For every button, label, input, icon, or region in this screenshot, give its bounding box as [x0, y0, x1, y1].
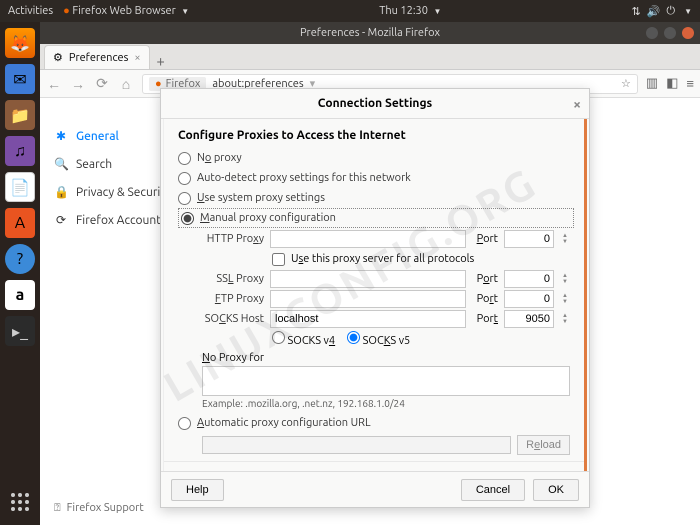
rhythmbox-launcher-icon[interactable]: ♫: [5, 136, 35, 166]
http-proxy-label: HTTP Proxy: [202, 233, 264, 245]
reload-pac-button: Reload: [517, 435, 570, 455]
dialog-footer: Help Cancel OK: [161, 471, 589, 507]
help-button[interactable]: Help: [171, 479, 224, 501]
pac-url-input: [202, 436, 511, 454]
sidebar-icon[interactable]: ◧: [666, 76, 678, 91]
network-icon[interactable]: ⇅: [631, 5, 640, 18]
new-tab-button[interactable]: +: [150, 52, 172, 69]
socks-port-input[interactable]: [504, 310, 554, 328]
no-proxy-label: No Proxy for: [202, 352, 570, 364]
port-label: Port: [472, 233, 498, 245]
activities-button[interactable]: Activities: [8, 5, 53, 17]
firefox-launcher-icon[interactable]: 🦊: [5, 28, 35, 58]
dialog-header: Connection Settings ×: [161, 89, 589, 119]
socks-host-input[interactable]: [270, 310, 466, 328]
maximize-icon[interactable]: [664, 27, 676, 39]
back-button[interactable]: ←: [46, 76, 62, 92]
gear-icon: ✱: [54, 129, 68, 143]
radio-system-proxy[interactable]: Use system proxy settings: [178, 188, 570, 208]
no-proxy-example: Example: .mozilla.org, .net.nz, 192.168.…: [202, 398, 570, 409]
thunderbird-launcher-icon[interactable]: ✉: [5, 64, 35, 94]
ftp-port-input[interactable]: [504, 290, 554, 308]
socks-v5-radio[interactable]: SOCKS v5: [347, 331, 410, 347]
help-launcher-icon[interactable]: ?: [5, 244, 35, 274]
gnome-top-panel: Activities ● Firefox Web Browser ▼ Thu 1…: [0, 0, 700, 22]
ftp-proxy-label: FTP Proxy: [202, 293, 264, 305]
lock-icon: 🔒: [54, 185, 68, 199]
socks-host-label: SOCKS Host: [202, 313, 264, 325]
radio-manual-proxy[interactable]: Manual proxy configuration: [178, 208, 574, 228]
radio-auto-detect[interactable]: Auto-detect proxy settings for this netw…: [178, 168, 570, 188]
power-icon[interactable]: ⏻: [666, 5, 675, 18]
port-spinner[interactable]: ▲▼: [560, 233, 570, 245]
forward-button: →: [70, 76, 86, 92]
http-port-input[interactable]: [504, 230, 554, 248]
radio-pac-url[interactable]: Automatic proxy configuration URL: [178, 413, 570, 433]
radio-no-proxy[interactable]: No proxy: [178, 148, 570, 168]
hamburger-menu-icon[interactable]: ≡: [686, 76, 694, 91]
close-dialog-icon[interactable]: ×: [573, 96, 581, 112]
minimize-icon[interactable]: [646, 27, 658, 39]
search-icon: 🔍: [54, 157, 68, 171]
connection-settings-dialog: Connection Settings × Configure Proxies …: [160, 88, 590, 508]
home-button[interactable]: ⌂: [118, 76, 134, 92]
no-proxy-textarea[interactable]: [202, 366, 570, 396]
tab-strip: ⚙ Preferences × +: [40, 44, 700, 70]
library-icon[interactable]: ▥: [646, 76, 658, 91]
same-proxy-checkbox[interactable]: Use this proxy server for all protocols: [272, 250, 570, 268]
apps-grid-icon[interactable]: [5, 487, 35, 517]
http-proxy-input[interactable]: [270, 230, 466, 248]
files-launcher-icon[interactable]: 📁: [5, 100, 35, 130]
chevron-down-icon: ▼: [181, 7, 189, 16]
dock: 🦊 ✉ 📁 ♫ 📄 A ? a ▸_: [0, 22, 40, 525]
firefox-support-link[interactable]: ⍰ Firefox Support: [54, 502, 144, 515]
ssl-proxy-label: SSL Proxy: [202, 273, 264, 285]
socks-v4-radio[interactable]: SOCKS v4: [272, 331, 335, 347]
app-menu[interactable]: ● Firefox Web Browser ▼: [63, 5, 189, 17]
reload-button[interactable]: ⟳: [94, 75, 110, 92]
question-icon: ⍰: [54, 502, 61, 515]
bookmark-star-icon[interactable]: ☆: [621, 77, 631, 90]
ssl-port-input[interactable]: [504, 270, 554, 288]
ftp-proxy-input[interactable]: [270, 290, 466, 308]
ok-button[interactable]: OK: [533, 479, 579, 501]
dialog-heading: Configure Proxies to Access the Internet: [178, 129, 570, 142]
amazon-launcher-icon[interactable]: a: [5, 280, 35, 310]
close-tab-icon[interactable]: ×: [134, 52, 140, 64]
cancel-button[interactable]: Cancel: [461, 479, 525, 501]
sync-icon: ⟳: [54, 213, 68, 227]
preferences-sidebar: ✱ General 🔍 Search 🔒 Privacy & Security …: [40, 98, 180, 525]
clock[interactable]: Thu 12:30 ▼: [189, 5, 631, 17]
terminal-launcher-icon[interactable]: ▸_: [5, 316, 35, 346]
software-launcher-icon[interactable]: A: [5, 208, 35, 238]
window-titlebar: Preferences - Mozilla Firefox: [40, 22, 700, 44]
volume-icon[interactable]: 🔊: [647, 5, 661, 18]
tab-preferences[interactable]: ⚙ Preferences ×: [44, 45, 150, 69]
libreoffice-launcher-icon[interactable]: 📄: [5, 172, 35, 202]
close-window-icon[interactable]: [682, 27, 694, 39]
gear-icon: ⚙: [53, 51, 63, 64]
ssl-proxy-input[interactable]: [270, 270, 466, 288]
